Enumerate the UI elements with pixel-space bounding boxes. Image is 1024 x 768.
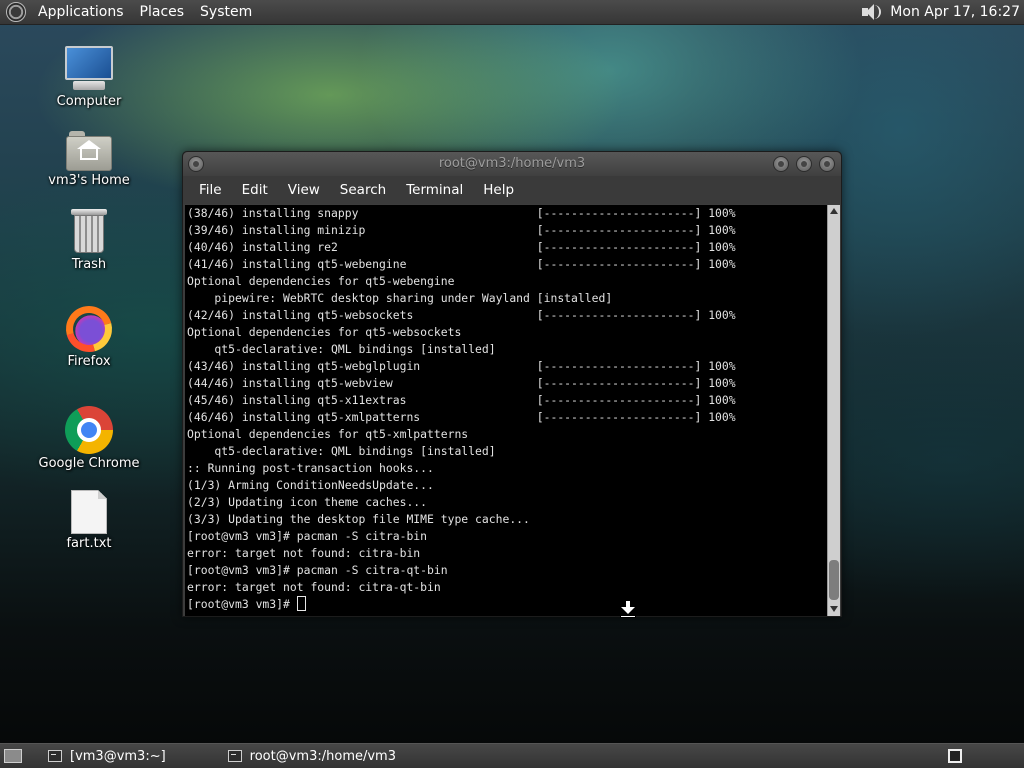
terminal-line: (46/46) installing qt5-xmlpatterns [----… <box>187 410 736 424</box>
workspace-switcher[interactable] <box>948 749 962 763</box>
terminal-line: (43/46) installing qt5-webglplugin [----… <box>187 359 736 373</box>
terminal-line: [root@vm3 vm3]# pacman -S citra-qt-bin <box>187 563 448 577</box>
desktop-icon-label: Computer <box>56 94 122 109</box>
terminal-line: (42/46) installing qt5-websockets [-----… <box>187 308 736 322</box>
chrome-icon <box>65 406 113 454</box>
desktop-icon-label: fart.txt <box>66 536 112 551</box>
download-cursor-icon <box>620 600 638 618</box>
terminal-line: (39/46) installing minizip [------------… <box>187 223 736 237</box>
desktop-icon-label: vm3's Home <box>48 173 130 188</box>
menu-view[interactable]: View <box>278 182 330 198</box>
taskbar-item-label: [vm3@vm3:~] <box>70 748 166 764</box>
terminal-menubar: File Edit View Search Terminal Help <box>183 176 841 204</box>
desktop-icon-label: Trash <box>71 257 107 272</box>
terminal-line: (38/46) installing snappy [-------------… <box>187 206 736 220</box>
window-titlebar[interactable]: root@vm3:/home/vm3 <box>183 152 841 176</box>
menu-applications[interactable]: Applications <box>30 4 132 20</box>
terminal-output[interactable]: (38/46) installing snappy [-------------… <box>185 205 829 616</box>
gnome-foot-icon[interactable] <box>6 2 26 22</box>
volume-icon[interactable] <box>860 2 882 22</box>
menu-file[interactable]: File <box>189 182 232 198</box>
terminal-line: :: Running post-transaction hooks... <box>187 461 434 475</box>
scroll-thumb[interactable] <box>829 560 839 600</box>
terminal-line: (45/46) installing qt5-x11extras [------… <box>187 393 736 407</box>
terminal-prompt-line[interactable]: [root@vm3 vm3]# <box>187 596 829 613</box>
menu-edit[interactable]: Edit <box>232 182 278 198</box>
menu-search[interactable]: Search <box>330 182 396 198</box>
desktop-icon-home[interactable]: vm3's Home <box>29 131 149 188</box>
desktop-icon-firefox[interactable]: Firefox <box>29 297 149 369</box>
terminal-line: (44/46) installing qt5-webview [--------… <box>187 376 736 390</box>
show-desktop-icon[interactable] <box>4 749 22 763</box>
terminal-prompt: [root@vm3 vm3]# <box>187 597 297 611</box>
trash-icon <box>71 209 107 255</box>
desktop-icon-label: Google Chrome <box>38 456 140 471</box>
firefox-icon <box>57 297 121 361</box>
menu-places[interactable]: Places <box>132 4 193 20</box>
terminal-icon <box>48 750 62 762</box>
terminal-line: [root@vm3 vm3]# pacman -S citra-bin <box>187 529 428 543</box>
home-folder-icon <box>66 131 112 171</box>
scroll-up-arrow-icon[interactable] <box>830 208 838 214</box>
taskbar-item-root-terminal[interactable]: root@vm3:/home/vm3 <box>220 745 404 768</box>
terminal-line: error: target not found: citra-qt-bin <box>187 580 441 594</box>
menu-terminal[interactable]: Terminal <box>396 182 473 198</box>
terminal-line: (40/46) installing re2 [----------------… <box>187 240 736 254</box>
terminal-line: (3/3) Updating the desktop file MIME typ… <box>187 512 530 526</box>
close-button[interactable] <box>819 156 835 172</box>
terminal-window[interactable]: root@vm3:/home/vm3 File Edit View Search… <box>182 151 842 617</box>
terminal-line: (2/3) Updating icon theme caches... <box>187 495 428 509</box>
terminal-line: error: target not found: citra-bin <box>187 546 421 560</box>
terminal-line: qt5-declarative: QML bindings [installed… <box>187 342 496 356</box>
scroll-down-arrow-icon[interactable] <box>830 606 838 612</box>
menu-system[interactable]: System <box>192 4 260 20</box>
taskbar-item-label: root@vm3:/home/vm3 <box>249 748 396 764</box>
terminal-scrollbar[interactable] <box>827 205 840 616</box>
terminal-line: Optional dependencies for qt5-xmlpattern… <box>187 427 469 441</box>
minimize-button[interactable] <box>773 156 789 172</box>
bottom-panel: [vm3@vm3:~] root@vm3:/home/vm3 <box>0 743 1024 768</box>
desktop-icon-fart-txt[interactable]: fart.txt <box>29 490 149 551</box>
maximize-button[interactable] <box>796 156 812 172</box>
terminal-line: (41/46) installing qt5-webengine [------… <box>187 257 736 271</box>
taskbar-item-vm3-terminal[interactable]: [vm3@vm3:~] <box>40 745 174 768</box>
desktop-icon-label: Firefox <box>67 354 111 369</box>
terminal-line: pipewire: WebRTC desktop sharing under W… <box>187 291 613 305</box>
clock[interactable]: Mon Apr 17, 16:27 <box>890 4 1020 20</box>
menu-help[interactable]: Help <box>473 182 524 198</box>
desktop-icon-chrome[interactable]: Google Chrome <box>29 406 149 471</box>
window-title: root@vm3:/home/vm3 <box>438 156 586 171</box>
terminal-line: Optional dependencies for qt5-websockets <box>187 325 462 339</box>
window-menu-button[interactable] <box>188 156 204 172</box>
desktop-icon-trash[interactable]: Trash <box>29 209 149 272</box>
desktop-icon-computer[interactable]: Computer <box>29 46 149 109</box>
terminal-lines: (38/46) installing snappy [-------------… <box>185 205 829 613</box>
terminal-line: (1/3) Arming ConditionNeedsUpdate... <box>187 478 434 492</box>
terminal-line: Optional dependencies for qt5-webengine <box>187 274 455 288</box>
terminal-icon <box>227 750 242 762</box>
text-file-icon <box>71 490 107 534</box>
computer-icon <box>65 46 113 92</box>
terminal-line: qt5-declarative: QML bindings [installed… <box>187 444 496 458</box>
text-cursor <box>296 596 306 611</box>
top-panel: Applications Places System Mon Apr 17, 1… <box>0 0 1024 25</box>
